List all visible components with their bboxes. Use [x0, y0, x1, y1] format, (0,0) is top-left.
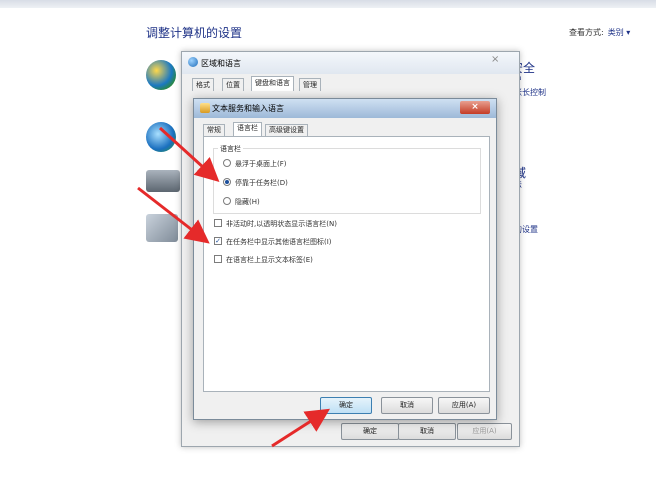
region-close-icon[interactable]: ×	[491, 54, 499, 65]
radio-button-selected[interactable]	[223, 178, 231, 186]
text-services-dialog: 文本服务和输入语言 × 常规 语言栏 高级键设置 语言栏 悬浮于桌面上(F) 停…	[193, 98, 497, 420]
radio-label: 停靠于任务栏(D)	[235, 179, 288, 187]
region-ok-button[interactable]: 确定	[341, 423, 399, 440]
text-services-titlebar[interactable]: 文本服务和输入语言 ×	[194, 99, 496, 118]
keyboard-icon	[200, 103, 210, 113]
region-apply-button[interactable]: 应用(A)	[457, 423, 512, 440]
radio-label: 悬浮于桌面上(F)	[235, 160, 287, 168]
view-by-dropdown[interactable]: 类别 ▾	[608, 28, 631, 37]
language-bar-group-label: 语言栏	[218, 144, 243, 154]
text-services-title: 文本服务和输入语言	[212, 104, 284, 113]
tab-keyboards-languages[interactable]: 键盘和语言	[251, 76, 294, 91]
region-dialog-title: 区域和语言	[201, 59, 241, 68]
radio-hidden[interactable]: 隐藏(H)	[223, 197, 260, 207]
printer-icon[interactable]	[146, 170, 180, 192]
view-by: 查看方式: 类别 ▾	[569, 27, 630, 38]
security-shield-icon[interactable]	[146, 60, 176, 90]
apply-button[interactable]: 应用(A)	[438, 397, 490, 414]
tab-format[interactable]: 格式	[192, 78, 214, 91]
checkbox-label: 在语言栏上显示文本标签(E)	[226, 256, 313, 264]
checkbox[interactable]	[214, 255, 222, 263]
language-bar-panel: 语言栏 悬浮于桌面上(F) 停靠于任务栏(D) 隐藏(H) 非活动时,以透明状态…	[203, 136, 490, 392]
radio-label: 隐藏(H)	[235, 198, 260, 206]
checkbox-transparent-when-inactive[interactable]: 非活动时,以透明状态显示语言栏(N)	[214, 219, 337, 229]
radio-button[interactable]	[223, 197, 231, 205]
tab-language-bar[interactable]: 语言栏	[233, 122, 262, 136]
tab-general[interactable]: 常规	[203, 124, 225, 136]
checkbox-checked[interactable]: ✓	[214, 237, 222, 245]
checkbox-label: 在任务栏中显示其他语言栏图标(I)	[226, 238, 332, 246]
tab-location[interactable]: 位置	[222, 78, 244, 91]
cancel-button[interactable]: 取消	[381, 397, 433, 414]
radio-float-on-desktop[interactable]: 悬浮于桌面上(F)	[223, 159, 287, 169]
close-icon[interactable]: ×	[460, 101, 490, 114]
tab-advanced-key-settings[interactable]: 高级键设置	[265, 124, 308, 136]
globe-icon	[188, 57, 198, 67]
region-cancel-button[interactable]: 取消	[398, 423, 456, 440]
checkbox-show-extra-icons[interactable]: ✓ 在任务栏中显示其他语言栏图标(I)	[214, 237, 332, 247]
network-globe-icon[interactable]	[146, 122, 176, 152]
view-by-label: 查看方式:	[569, 28, 604, 37]
checkbox[interactable]	[214, 219, 222, 227]
appearance-icon[interactable]	[146, 214, 178, 242]
ok-button[interactable]: 确定	[320, 397, 372, 414]
page-title: 调整计算机的设置	[146, 26, 243, 40]
region-dialog-titlebar[interactable]: 区域和语言 ×	[182, 52, 519, 74]
tab-administrative[interactable]: 管理	[299, 78, 321, 91]
radio-button[interactable]	[223, 159, 231, 167]
window-top-strip	[0, 0, 656, 8]
radio-dock-in-taskbar[interactable]: 停靠于任务栏(D)	[223, 178, 288, 188]
checkbox-label: 非活动时,以透明状态显示语言栏(N)	[226, 220, 337, 228]
checkbox-show-text-labels[interactable]: 在语言栏上显示文本标签(E)	[214, 255, 313, 265]
